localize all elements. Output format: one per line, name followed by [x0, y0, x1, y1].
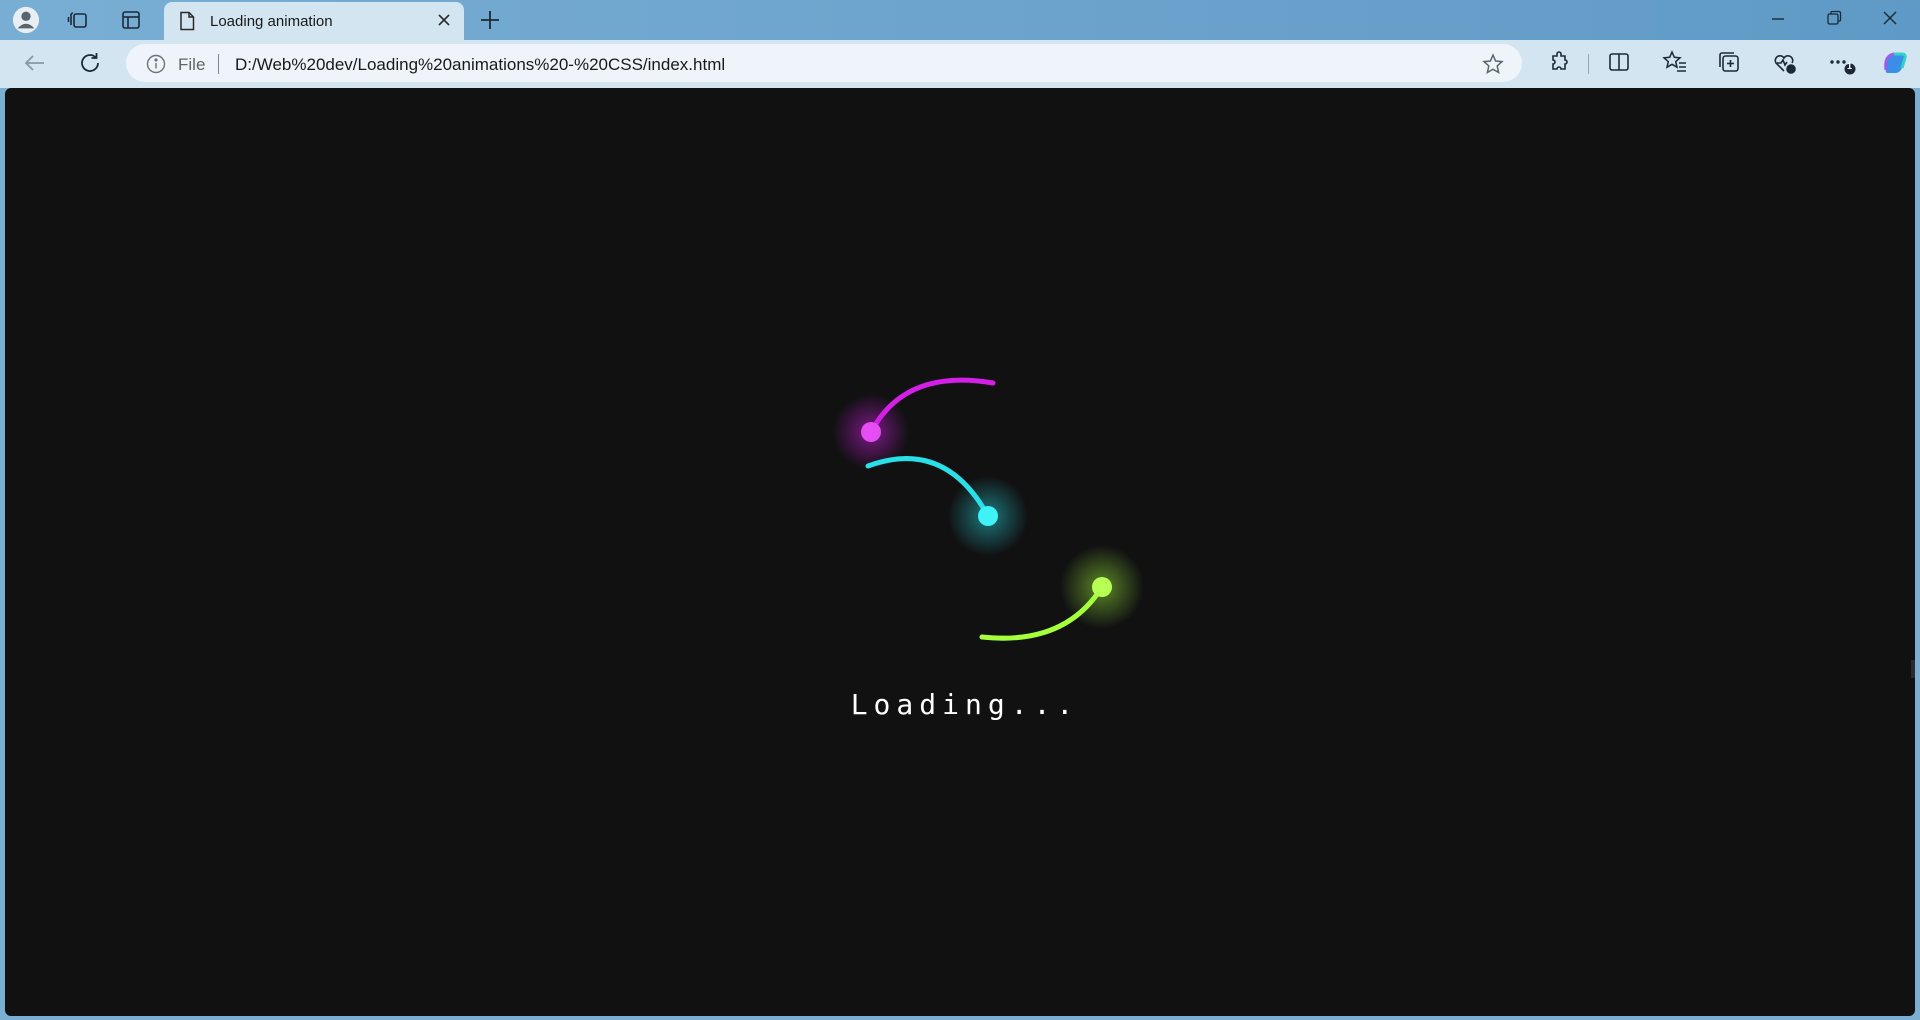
loading-text: Loading... [850, 688, 1080, 721]
back-icon[interactable] [22, 50, 48, 76]
notification-badge: 1 [1847, 61, 1853, 71]
tab-loading-animation[interactable]: Loading animation [164, 2, 464, 40]
collections-icon[interactable] [1717, 50, 1741, 74]
browser-toolbar: File D:/Web%20dev/Loading%20animations%2… [0, 40, 1920, 88]
minimize-icon[interactable] [1768, 8, 1788, 28]
refresh-icon[interactable] [77, 50, 103, 76]
cyan-arc [865, 456, 1028, 556]
window-close-icon[interactable] [1880, 8, 1900, 28]
more-icon[interactable]: 1 [1828, 50, 1858, 76]
favorite-star-icon[interactable] [1482, 53, 1504, 75]
favorites-icon[interactable] [1662, 50, 1688, 74]
address-separator [218, 54, 219, 74]
green-arc [979, 545, 1144, 641]
info-icon[interactable] [146, 54, 166, 74]
profile-icon[interactable] [12, 6, 40, 34]
extensions-icon[interactable] [1548, 50, 1572, 74]
restore-icon[interactable] [1824, 8, 1844, 28]
vertical-tabs-icon[interactable] [117, 6, 145, 34]
address-bar[interactable]: File D:/Web%20dev/Loading%20animations%2… [126, 44, 1522, 82]
browser-essentials-icon[interactable] [1772, 50, 1798, 76]
close-icon[interactable] [436, 12, 452, 28]
split-screen-icon[interactable] [1607, 50, 1631, 74]
page-viewport: Loading... [5, 88, 1915, 1016]
resize-handle[interactable] [1911, 660, 1915, 678]
toolbar-separator [1588, 54, 1589, 74]
address-scheme-label: File [178, 55, 206, 74]
new-tab-icon[interactable] [478, 8, 502, 32]
page-icon [178, 11, 196, 31]
copilot-icon[interactable] [1880, 48, 1910, 78]
tab-title: Loading animation [210, 13, 333, 30]
workspaces-icon[interactable] [64, 6, 92, 34]
url-text[interactable]: D:/Web%20dev/Loading%20animations%20-%20… [235, 55, 725, 75]
title-bar: Loading animation [0, 0, 1920, 40]
loader-animation [833, 377, 1144, 641]
